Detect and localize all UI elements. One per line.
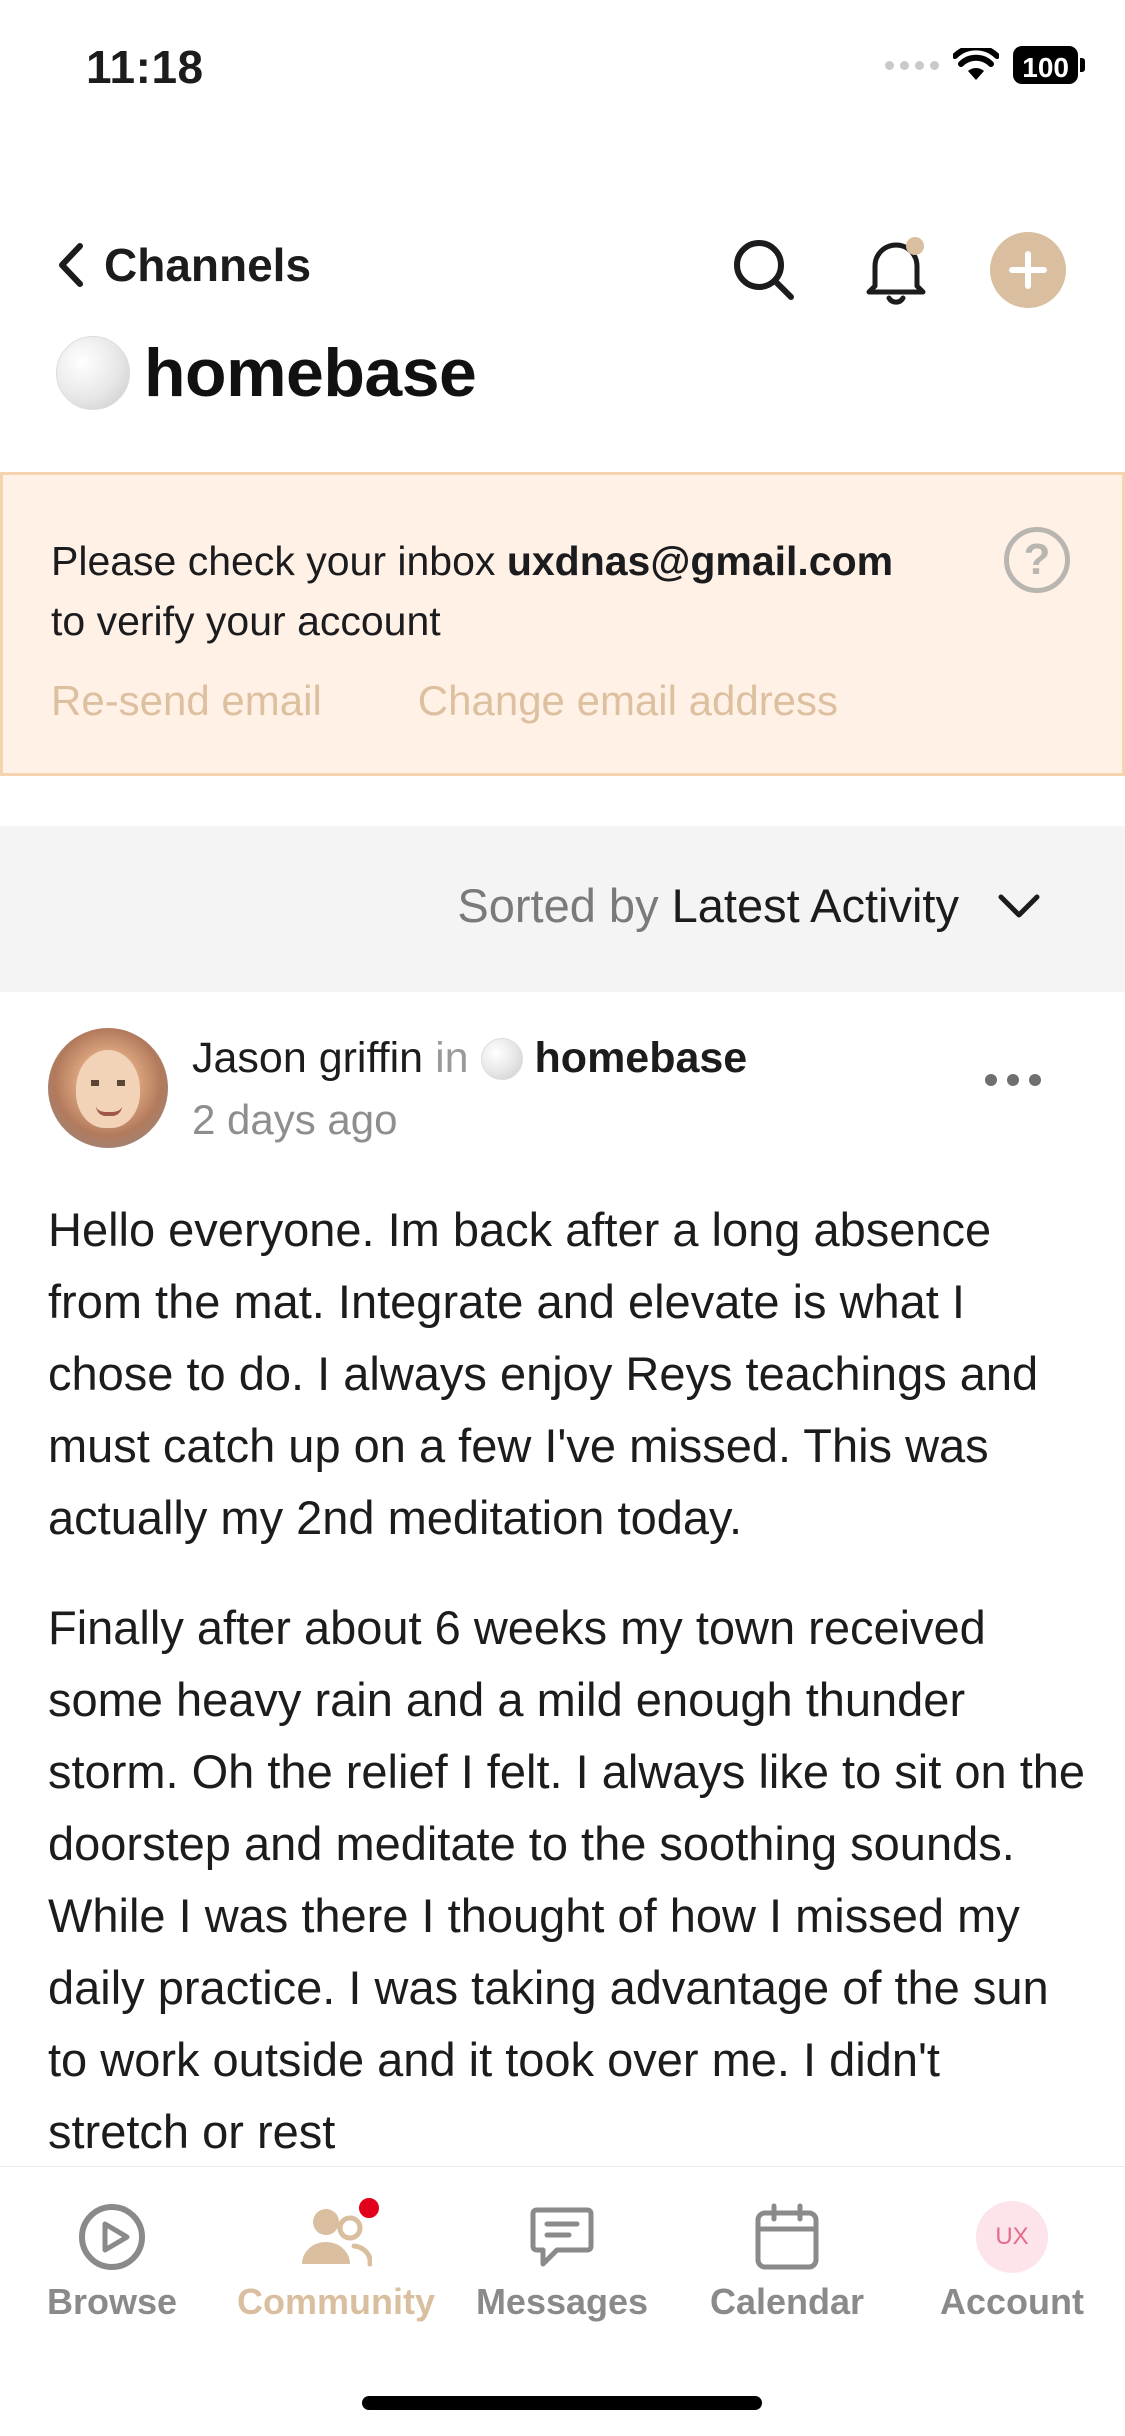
post-channel-link[interactable]: homebase: [535, 1034, 748, 1083]
verify-email-address: uxdnas@gmail.com: [506, 538, 894, 584]
search-button[interactable]: [726, 232, 802, 308]
battery-level: 100: [1013, 46, 1078, 84]
notification-badge: [356, 2195, 382, 2221]
channel-emoji-icon: [480, 1037, 523, 1080]
verify-message-prefix: Please check your inbox: [51, 538, 507, 584]
account-avatar-icon: UX: [976, 2201, 1048, 2273]
create-post-button[interactable]: [990, 232, 1066, 308]
notifications-button[interactable]: [858, 232, 934, 308]
channel-header: Channels: [0, 224, 1125, 314]
resend-email-button[interactable]: Re-send email: [51, 677, 322, 725]
tab-account[interactable]: UX Account: [902, 2201, 1122, 2323]
verify-actions: Re-send email Change email address: [51, 677, 838, 725]
post-author-line: Jason griffin in homebase: [192, 1034, 747, 1083]
tab-calendar-label: Calendar: [709, 2281, 865, 2322]
tab-browse-label: Browse: [46, 2281, 178, 2322]
search-icon: [734, 240, 794, 300]
channel-emoji-icon: [56, 336, 130, 410]
play-circle-icon: [76, 2201, 148, 2273]
tab-messages-label: Messages: [475, 2281, 649, 2322]
post-author[interactable]: Jason griffin: [192, 1034, 423, 1083]
post-header: Jason griffin in homebase 2 days ago: [0, 1028, 1125, 1158]
back-button[interactable]: Channels: [56, 238, 311, 292]
post-in-word: in: [435, 1034, 469, 1082]
sort-value: Latest Activity: [671, 879, 959, 932]
post-timestamp: 2 days ago: [192, 1096, 398, 1143]
tab-browse[interactable]: Browse: [2, 2201, 222, 2323]
wifi-icon: [953, 48, 1000, 80]
tab-community[interactable]: Community: [226, 2195, 446, 2323]
more-options-icon[interactable]: [985, 1074, 1041, 1086]
status-time: 11:18: [86, 41, 204, 93]
chevron-down-icon: [998, 894, 1040, 917]
tab-community-label: Community: [237, 2281, 435, 2322]
verify-message-suffix: to verify your account: [51, 598, 441, 644]
avatar[interactable]: [48, 1028, 168, 1148]
plus-icon: [1009, 251, 1047, 289]
sort-bar: Sorted by Latest Activity: [0, 826, 1125, 992]
sort-label: Sorted by Latest Activity: [457, 878, 959, 933]
help-icon[interactable]: ?: [1004, 527, 1070, 593]
sort-prefix: Sorted by: [457, 879, 659, 932]
tab-account-label: Account: [940, 2281, 1084, 2322]
post-body[interactable]: Hello everyone. Im back after a long abs…: [48, 1194, 1088, 2206]
account-initials: UX: [976, 2201, 1048, 2273]
battery-icon: 100: [1013, 46, 1085, 84]
bell-icon: [866, 237, 926, 305]
post-card: Jason griffin in homebase 2 days ago Hel…: [0, 1028, 1125, 2158]
sort-dropdown[interactable]: Sorted by Latest Activity: [457, 878, 1041, 933]
community-icon: [300, 2195, 382, 2273]
channel-name: homebase: [144, 335, 477, 411]
post-paragraph: Finally after about 6 weeks my town rece…: [48, 1601, 1086, 2158]
change-email-button[interactable]: Change email address: [418, 677, 838, 725]
calendar-icon: [751, 2201, 823, 2273]
tab-messages[interactable]: Messages: [452, 2201, 672, 2323]
post-paragraph: Hello everyone. Im back after a long abs…: [48, 1203, 1039, 1544]
status-bar: 11:18 100: [0, 0, 1125, 140]
message-icon: [526, 2201, 598, 2273]
home-indicator[interactable]: [362, 2396, 762, 2410]
chevron-left-icon: [59, 243, 83, 287]
verify-email-banner: Please check your inbox uxdnas@gmail.com…: [0, 472, 1125, 776]
status-indicators: 100: [885, 46, 1085, 84]
page-title: homebase: [56, 334, 477, 412]
cellular-signal-icon: [885, 60, 940, 70]
back-label: Channels: [104, 239, 312, 291]
tab-calendar[interactable]: Calendar: [677, 2201, 897, 2323]
verify-message: Please check your inbox uxdnas@gmail.com…: [51, 531, 971, 651]
